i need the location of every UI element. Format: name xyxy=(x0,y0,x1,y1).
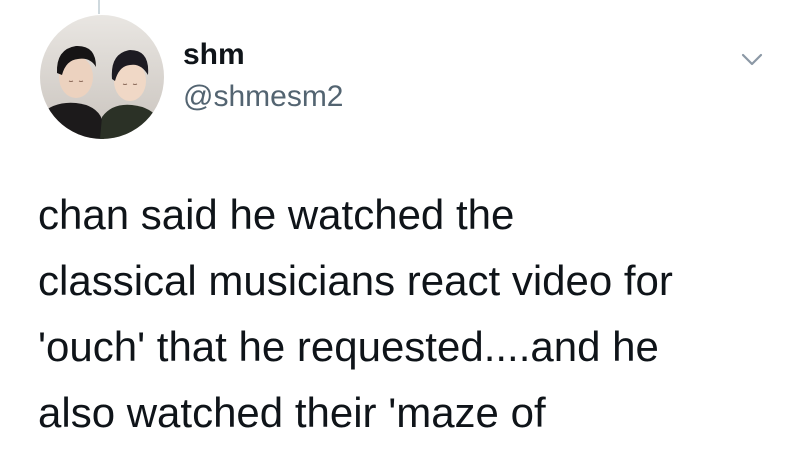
tweet-text-line: 'ouch' that he requested....and he xyxy=(38,323,659,370)
chevron-down-icon xyxy=(741,53,763,66)
author-handle[interactable]: @shmesm2 xyxy=(183,79,344,115)
profile-photo-icon xyxy=(40,15,164,139)
tweet-text-line: classical musicians react video for xyxy=(38,257,673,304)
tweet-menu-button[interactable] xyxy=(735,44,769,74)
tweet-text-line: also watched their 'maze of xyxy=(38,389,546,436)
tweet-text-line: chan said he watched the xyxy=(38,191,515,238)
avatar[interactable] xyxy=(40,15,164,139)
tweet: shm @shmesm2 chan said he watched the cl… xyxy=(0,0,800,450)
tweet-text: chan said he watched the classical music… xyxy=(38,182,778,446)
author-display-name[interactable]: shm xyxy=(183,37,245,73)
